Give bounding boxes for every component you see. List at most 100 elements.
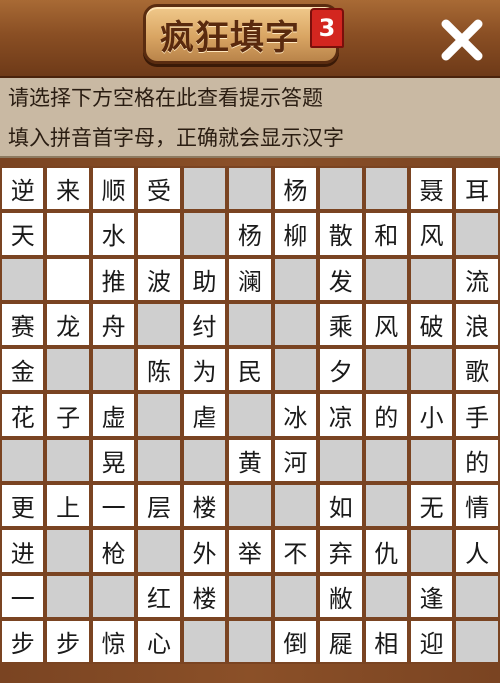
grid-cell[interactable]: 波 (136, 256, 182, 302)
grid-cell[interactable]: 发 (318, 256, 364, 302)
blocked-cell (227, 573, 273, 619)
grid-cell[interactable]: 散 (318, 211, 364, 257)
grid-cell[interactable]: 歌 (454, 347, 500, 393)
grid-cell[interactable]: 敝 (318, 573, 364, 619)
grid-cell[interactable]: 步 (45, 618, 91, 665)
grid-cell[interactable]: 助 (181, 256, 228, 302)
grid-cell[interactable]: 屣 (318, 618, 364, 665)
grid-cell[interactable]: 杨 (272, 166, 319, 212)
blocked-cell (136, 437, 182, 484)
grid-cell[interactable]: 风 (363, 301, 409, 348)
grid-cell[interactable]: 龙 (45, 301, 91, 348)
blocked-cell (0, 437, 46, 484)
grid-cell[interactable]: 手 (454, 392, 500, 438)
grid-cell[interactable]: 心 (136, 618, 182, 665)
grid-cell[interactable]: 和 (363, 211, 409, 257)
grid-cell[interactable]: 天 (0, 211, 46, 257)
grid-cell[interactable]: 澜 (227, 256, 273, 302)
grid-cell[interactable]: 举 (227, 528, 273, 574)
blocked-cell (408, 437, 455, 484)
grid-cell[interactable]: 陈 (136, 347, 182, 393)
grid-cell[interactable]: 乘 (318, 301, 364, 348)
close-button[interactable] (434, 12, 490, 68)
puzzle-board: 逆来顺受杨聂耳天水杨柳散和风推波助澜发流赛龙舟纣乘风破浪金陈为民夕歌花子虚虐冰凉… (0, 158, 500, 683)
grid-cell[interactable]: 子 (45, 392, 91, 438)
blocked-cell (45, 347, 91, 393)
grid-cell[interactable]: 河 (272, 437, 319, 484)
grid-cell[interactable]: 逆 (0, 166, 46, 212)
grid-cell[interactable]: 情 (454, 483, 500, 529)
grid-cell[interactable]: 花 (0, 392, 46, 438)
blocked-cell (454, 573, 500, 619)
grid-cell[interactable]: 舟 (90, 301, 137, 348)
grid-cell[interactable]: 一 (90, 483, 137, 529)
grid-cell[interactable]: 步 (0, 618, 46, 665)
grid-cell[interactable]: 楼 (181, 573, 228, 619)
grid-cell[interactable]: 黄 (227, 437, 273, 484)
close-icon (441, 19, 483, 61)
grid-cell[interactable]: 冰 (272, 392, 319, 438)
grid-cell[interactable]: 弃 (318, 528, 364, 574)
grid-cell[interactable]: 赛 (0, 301, 46, 348)
grid-cell[interactable]: 上 (45, 483, 91, 529)
grid-cell[interactable]: 夕 (318, 347, 364, 393)
grid-cell[interactable]: 进 (0, 528, 46, 574)
grid-cell[interactable]: 无 (408, 483, 455, 529)
grid-cell[interactable]: 柳 (272, 211, 319, 257)
grid-cell[interactable]: 虚 (90, 392, 137, 438)
grid-cell[interactable]: 惊 (90, 618, 137, 665)
grid-cell[interactable]: 枪 (90, 528, 137, 574)
grid-cell[interactable]: 水 (90, 211, 137, 257)
grid-cell[interactable]: 楼 (181, 483, 228, 529)
grid-cell[interactable]: 如 (318, 483, 364, 529)
grid-cell[interactable]: 杨 (227, 211, 273, 257)
grid-cell[interactable]: 推 (90, 256, 137, 302)
grid-cell[interactable]: 聂 (408, 166, 455, 212)
blocked-cell (408, 528, 455, 574)
grid-cell[interactable]: 受 (136, 166, 182, 212)
hint-line-2: 填入拼音首字母，正确就会显示汉字 (8, 126, 344, 150)
grid-cell[interactable]: 来 (45, 166, 91, 212)
grid-cell[interactable]: 人 (454, 528, 500, 574)
grid-cell[interactable]: 为 (181, 347, 228, 393)
grid-cell[interactable]: 逢 (408, 573, 455, 619)
blocked-cell (272, 573, 319, 619)
grid-cell[interactable]: 纣 (181, 301, 228, 348)
grid-cell[interactable]: 一 (0, 573, 46, 619)
grid-cell[interactable]: 仇 (363, 528, 409, 574)
grid-cell[interactable]: 风 (408, 211, 455, 257)
grid-cell[interactable]: 迎 (408, 618, 455, 665)
grid-cell[interactable]: 相 (363, 618, 409, 665)
blocked-cell (227, 483, 273, 529)
grid-cell[interactable]: 晃 (90, 437, 137, 484)
blocked-cell (363, 437, 409, 484)
blocked-cell (408, 256, 455, 302)
grid-cell[interactable]: 外 (181, 528, 228, 574)
grid-cell[interactable]: 凉 (318, 392, 364, 438)
grid-cell[interactable] (136, 211, 182, 257)
blocked-cell (363, 256, 409, 302)
grid-cell[interactable]: 民 (227, 347, 273, 393)
grid-cell[interactable]: 更 (0, 483, 46, 529)
grid-cell[interactable]: 浪 (454, 301, 500, 348)
grid-cell[interactable]: 虐 (181, 392, 228, 438)
grid-cell[interactable]: 不 (272, 528, 319, 574)
grid-cell[interactable] (45, 256, 91, 302)
grid-cell[interactable]: 流 (454, 256, 500, 302)
grid-cell[interactable]: 小 (408, 392, 455, 438)
grid-cell[interactable]: 破 (408, 301, 455, 348)
grid-cell[interactable]: 的 (363, 392, 409, 438)
blocked-cell (272, 301, 319, 348)
blocked-cell (181, 166, 228, 212)
grid-cell[interactable]: 耳 (454, 166, 500, 212)
grid-cell[interactable]: 倒 (272, 618, 319, 665)
grid-cell[interactable] (45, 211, 91, 257)
grid-cell[interactable]: 金 (0, 347, 46, 393)
grid-cell[interactable]: 层 (136, 483, 182, 529)
blocked-cell (454, 618, 500, 665)
grid-cell[interactable]: 的 (454, 437, 500, 484)
blocked-cell (181, 211, 228, 257)
blocked-cell (363, 166, 409, 212)
grid-cell[interactable]: 顺 (90, 166, 137, 212)
grid-cell[interactable]: 红 (136, 573, 182, 619)
